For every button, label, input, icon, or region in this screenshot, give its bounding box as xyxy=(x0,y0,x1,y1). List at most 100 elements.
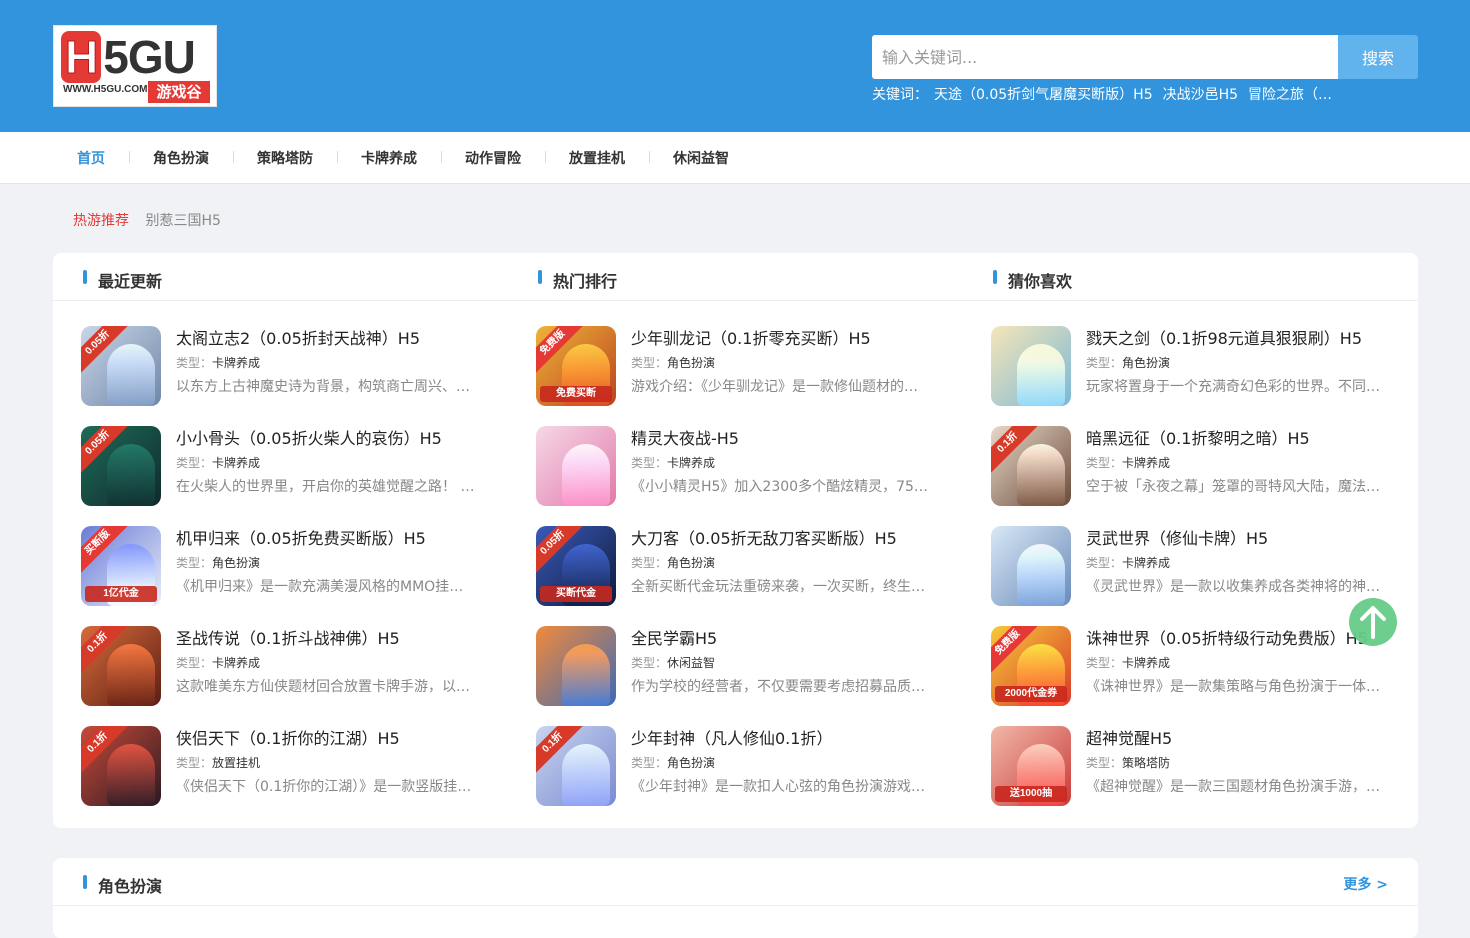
game-thumbnail[interactable]: 0.05折 xyxy=(81,426,161,506)
nav-item-action[interactable]: 动作冒险 xyxy=(441,148,545,168)
game-item[interactable]: 0.1折 圣战传说（0.1折斗战神佛）H5 类型：卡牌养成 这款唯美东方仙侠题材回合放… xyxy=(81,626,481,726)
panel-header: 最近更新 热门排行 猜你喜欢 xyxy=(53,253,1418,301)
game-art xyxy=(1017,444,1065,506)
game-title[interactable]: 小小骨头（0.05折火柴人的哀伤）H5 xyxy=(176,426,476,452)
game-title[interactable]: 侠侣天下（0.1折你的江湖）H5 xyxy=(176,726,476,752)
type-value[interactable]: 卡牌养成 xyxy=(212,456,260,470)
type-value[interactable]: 卡牌养成 xyxy=(667,456,715,470)
game-type: 类型：角色扮演 xyxy=(631,554,931,572)
game-type: 类型：卡牌养成 xyxy=(1086,654,1386,672)
game-description: 《机甲归来》是一款充满美漫风格的MMO挂机手游，游戏中玩家 xyxy=(176,579,476,595)
game-thumbnail[interactable] xyxy=(536,426,616,506)
site-logo[interactable]: H 5GU WWW.H5GU.COM 游戏谷 xyxy=(53,25,217,107)
nav-item-home[interactable]: 首页 xyxy=(53,148,129,168)
game-type: 类型：卡牌养成 xyxy=(631,454,931,472)
type-value[interactable]: 角色扮演 xyxy=(667,356,715,370)
type-value[interactable]: 放置挂机 xyxy=(212,756,260,770)
game-title[interactable]: 少年封神（凡人修仙0.1折） xyxy=(631,726,931,752)
game-title[interactable]: 大刀客（0.05折无敌刀客买断版）H5 xyxy=(631,526,931,552)
game-item[interactable]: 0.05折 买断代金 大刀客（0.05折无敌刀客买断版）H5 类型：角色扮演 全新买断代… xyxy=(536,526,936,626)
game-thumbnail[interactable]: 免费版 免费买断 xyxy=(536,326,616,406)
game-type: 类型：角色扮演 xyxy=(631,354,931,372)
game-item[interactable]: 0.1折 少年封神（凡人修仙0.1折） 类型：角色扮演 《少年封神》是一款扣人心弦的角… xyxy=(536,726,936,826)
type-value[interactable]: 卡牌养成 xyxy=(1122,556,1170,570)
game-title[interactable]: 戮天之剑（0.1折98元道具狠狠刷）H5 xyxy=(1086,326,1386,352)
game-item[interactable]: 0.05折 小小骨头（0.05折火柴人的哀伤）H5 类型：卡牌养成 在火柴人的世界里，… xyxy=(81,426,481,526)
game-title[interactable]: 圣战传说（0.1折斗战神佛）H5 xyxy=(176,626,476,652)
hot-recommend-title: 热游推荐 xyxy=(73,213,129,229)
game-thumbnail[interactable] xyxy=(991,526,1071,606)
hot-recommend-link[interactable]: 别惹三国H5 xyxy=(145,213,220,229)
keyword-link[interactable]: 冒险之旅（… xyxy=(1248,87,1332,103)
game-item[interactable]: 精灵大夜战-H5 类型：卡牌养成《小小精灵H5》加入2300多个酷炫精灵，755个… xyxy=(536,426,936,526)
game-item[interactable]: 戮天之剑（0.1折98元道具狠狠刷）H5 类型：角色扮演 玩家将置身于一个充满奇幻色… xyxy=(991,326,1391,426)
game-thumbnail[interactable]: 送1000抽 xyxy=(991,726,1071,806)
type-label: 类型： xyxy=(631,556,668,570)
game-thumbnail[interactable]: 0.1折 xyxy=(81,626,161,706)
game-thumbnail[interactable]: 0.05折 买断代金 xyxy=(536,526,616,606)
type-value[interactable]: 休闲益智 xyxy=(667,656,715,670)
game-item[interactable]: 0.05折 太阁立志2（0.05折封天战神）H5 类型：卡牌养成 以东方上古神魔史诗为… xyxy=(81,326,481,426)
game-thumbnail[interactable]: 0.1折 xyxy=(81,726,161,806)
game-item[interactable]: 免费版 免费买断 少年驯龙记（0.1折零充买断）H5 类型：角色扮演 游戏介绍：《少年驯… xyxy=(536,326,936,426)
game-title[interactable]: 灵武世界（修仙卡牌）H5 xyxy=(1086,526,1386,552)
game-item[interactable]: 全民学霸H5 类型：休闲益智作为学校的经营者，不仅要需要考虑招募品质优秀的学生 xyxy=(536,626,936,726)
type-value[interactable]: 卡牌养成 xyxy=(1122,456,1170,470)
game-title[interactable]: 全民学霸H5 xyxy=(631,626,931,652)
type-value[interactable]: 卡牌养成 xyxy=(1122,656,1170,670)
nav-item-idle[interactable]: 放置挂机 xyxy=(545,148,649,168)
game-item[interactable]: 免费版 2000代金券 诛神世界（0.05折特级行动免费版）H5 类型：卡牌养成 《诛神… xyxy=(991,626,1391,726)
game-lists-panel: 最近更新 热门排行 猜你喜欢 0.05折 太阁立志2（0.05折封天战神）H5 类型… xyxy=(53,253,1418,828)
game-art xyxy=(1017,544,1065,606)
game-thumbnail[interactable]: 0.1折 xyxy=(536,726,616,806)
game-type: 类型：卡牌养成 xyxy=(176,654,476,672)
nav-item-casual[interactable]: 休闲益智 xyxy=(649,148,753,168)
type-value[interactable]: 角色扮演 xyxy=(667,756,715,770)
type-label: 类型： xyxy=(1086,656,1123,670)
game-thumbnail[interactable]: 0.05折 xyxy=(81,326,161,406)
recommended-list: 戮天之剑（0.1折98元道具狠狠刷）H5 类型：角色扮演 玩家将置身于一个充满奇幻色… xyxy=(991,326,1391,826)
game-title[interactable]: 超神觉醒H5 xyxy=(1086,726,1386,752)
keyword-link[interactable]: 天途（0.05折剑气屠魔买断版）H5 xyxy=(934,87,1153,103)
game-item[interactable]: 送1000抽 超神觉醒H5 类型：策略塔防 《超神觉醒》是一款三国题材角色扮演手游，拥… xyxy=(991,726,1391,826)
game-thumbnail[interactable] xyxy=(991,326,1071,406)
game-title[interactable]: 少年驯龙记（0.1折零充买断）H5 xyxy=(631,326,931,352)
keyword-link[interactable]: 决战沙邑H5 xyxy=(1163,87,1238,103)
type-value[interactable]: 策略塔防 xyxy=(1122,756,1170,770)
rpg-section: 角色扮演 更多 > xyxy=(53,858,1418,938)
nav-item-rpg[interactable]: 角色扮演 xyxy=(129,148,233,168)
game-item[interactable]: 灵武世界（修仙卡牌）H5 类型：卡牌养成 《灵武世界》是一款以收集养成各类神将的神话… xyxy=(991,526,1391,626)
game-thumbnail[interactable] xyxy=(536,626,616,706)
game-thumbnail[interactable]: 买断版 1亿代金 xyxy=(81,526,161,606)
more-link[interactable]: 更多 > xyxy=(1343,874,1388,894)
type-value[interactable]: 角色扮演 xyxy=(1122,356,1170,370)
type-value[interactable]: 角色扮演 xyxy=(212,556,260,570)
game-title[interactable]: 精灵大夜战-H5 xyxy=(631,426,931,452)
game-info: 圣战传说（0.1折斗战神佛）H5 类型：卡牌养成 这款唯美东方仙侠题材回合放置卡牌手… xyxy=(176,626,476,699)
game-title[interactable]: 机甲归来（0.05折免费买断版）H5 xyxy=(176,526,476,552)
nav-item-card[interactable]: 卡牌养成 xyxy=(337,148,441,168)
game-title[interactable]: 暗黑远征（0.1折黎明之暗）H5 xyxy=(1086,426,1386,452)
game-description: 空于被「永夜之幕」笼罩的哥特风大陆，魔法与科技交织 xyxy=(1086,479,1386,495)
back-to-top-button[interactable] xyxy=(1349,598,1397,646)
search-button[interactable]: 搜索 xyxy=(1338,35,1418,79)
type-value[interactable]: 角色扮演 xyxy=(667,556,715,570)
nav-item-strategy[interactable]: 策略塔防 xyxy=(233,148,337,168)
type-label: 类型： xyxy=(1086,756,1123,770)
game-thumbnail[interactable]: 0.1折 xyxy=(991,426,1071,506)
type-label: 类型： xyxy=(1086,556,1123,570)
game-title[interactable]: 太阁立志2（0.05折封天战神）H5 xyxy=(176,326,476,352)
game-description: 《灵武世界》是一款以收集养成各类神将的神话题材卡牌游戏 xyxy=(1086,579,1386,595)
game-type: 类型：卡牌养成 xyxy=(1086,554,1386,572)
game-item[interactable]: 买断版 1亿代金 机甲归来（0.05折免费买断版）H5 类型：角色扮演 《机甲归来》是一… xyxy=(81,526,481,626)
search-input[interactable] xyxy=(872,35,1338,79)
game-item[interactable]: 0.1折 侠侣天下（0.1折你的江湖）H5 类型：放置挂机 《侠侣天下（0.1折你的江… xyxy=(81,726,481,826)
game-thumbnail[interactable]: 免费版 2000代金券 xyxy=(991,626,1071,706)
type-value[interactable]: 卡牌养成 xyxy=(212,356,260,370)
type-value[interactable]: 卡牌养成 xyxy=(212,656,260,670)
promo-tag: 免费买断 xyxy=(540,386,612,402)
game-title[interactable]: 诛神世界（0.05折特级行动免费版）H5 xyxy=(1086,626,1386,652)
game-type: 类型：休闲益智 xyxy=(631,654,931,672)
game-item[interactable]: 0.1折 暗黑远征（0.1折黎明之暗）H5 类型：卡牌养成 空于被「永夜之幕」笼罩的哥… xyxy=(991,426,1391,526)
main-nav: 首页 角色扮演 策略塔防 卡牌养成 动作冒险 放置挂机 休闲益智 xyxy=(0,132,1470,184)
